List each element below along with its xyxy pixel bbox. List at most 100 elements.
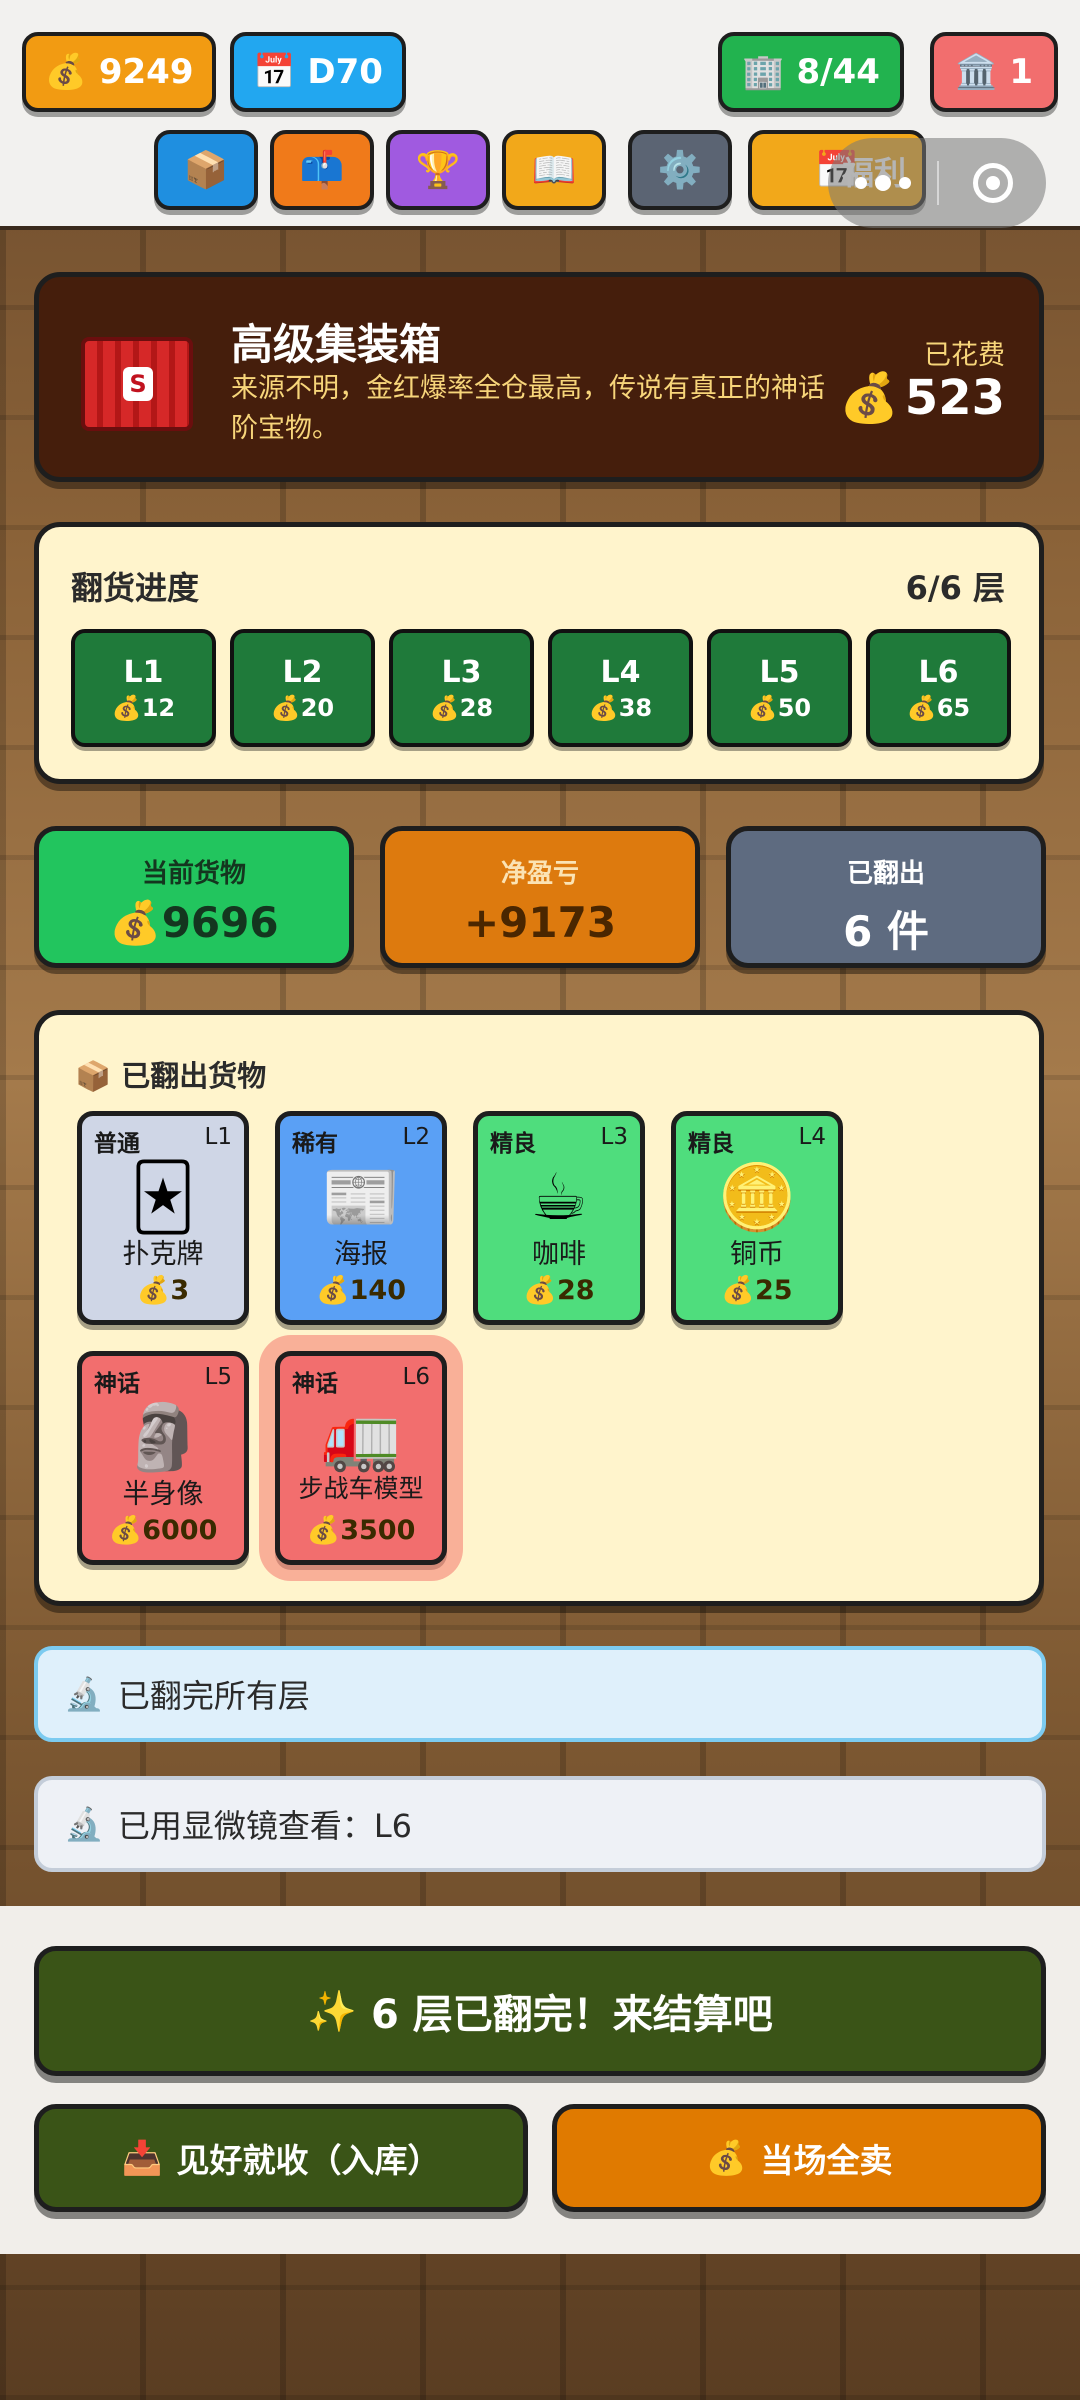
item-card[interactable]: 精良 L4 🪙 铜币 💰25 (671, 1111, 843, 1325)
store-button-label: 见好就收（入库） (176, 2141, 441, 2180)
item-price: 💰140 (316, 1275, 406, 1306)
layer-name: L3 (441, 654, 482, 690)
layer-name: L1 (123, 654, 164, 690)
settle-button-label: 6 层已翻完！来结算吧 (371, 1992, 773, 2038)
layer-name: L6 (918, 654, 959, 690)
flipped-count-value: 6 件 (843, 907, 929, 956)
layer-name: L4 (600, 654, 641, 690)
item-price: 💰3 (136, 1275, 190, 1306)
layer-l4[interactable]: L4 💰38 (548, 629, 693, 747)
container-crate-icon (81, 337, 193, 431)
truck-icon: 🚛 (321, 1401, 401, 1475)
flipped-items-panel: 📦 已翻出货物 普通 L1 🃏 扑克牌 💰3 稀有 L2 📰 海报 💰140 精良 L3 ☕ 咖啡 💰28 精… (34, 1010, 1044, 1606)
item-rarity: 神话 (292, 1371, 338, 1397)
settle-button[interactable]: ✨ 6 层已翻完！来结算吧 (34, 1946, 1046, 2076)
sell-all-button[interactable]: 💰 当场全卖 (552, 2104, 1046, 2212)
more-icon[interactable] (828, 175, 937, 191)
money-bag-icon: 💰 (306, 1515, 341, 1546)
money-bag-icon: 💰 (270, 693, 301, 722)
current-goods-value: 💰9696 (109, 898, 279, 947)
coins-value: 9249 (98, 52, 194, 92)
all-layers-done-text: 已翻完所有层 (117, 1677, 310, 1715)
layer-name: L2 (282, 654, 323, 690)
package-button[interactable]: 📦 (154, 130, 258, 210)
flipped-count-stat: 已翻出 6 件 (726, 826, 1046, 968)
layer-cost: 💰65 (906, 693, 971, 722)
item-level: L3 (600, 1124, 628, 1150)
book-button[interactable]: 📖 (502, 130, 606, 210)
close-target-icon[interactable] (939, 163, 1046, 203)
spent-amount: 523 (904, 369, 1005, 426)
bank-icon: 🏛️ (954, 52, 998, 92)
item-level: L5 (204, 1364, 232, 1390)
money-bag-icon: 💰 (721, 1275, 756, 1306)
buildings-value: 8/44 (796, 52, 880, 92)
item-card[interactable]: 精良 L3 ☕ 咖啡 💰28 (473, 1111, 645, 1325)
calendar-icon: 📅 (253, 52, 296, 92)
money-bag-icon: 💰 (523, 1275, 558, 1306)
layer-cost: 💰12 (111, 693, 176, 722)
money-bag-icon: 💰 (588, 693, 619, 722)
item-name: 铜币 (730, 1239, 784, 1270)
layer-cost: 💰50 (747, 693, 812, 722)
spent-value: 💰 523 (839, 369, 1005, 427)
money-bag-icon: 💰 (136, 1275, 171, 1306)
current-goods-stat: 当前货物 💰9696 (34, 826, 354, 968)
money-bag-icon: 💰 (111, 693, 142, 722)
item-rarity: 稀有 (292, 1131, 338, 1157)
money-bag-icon: 💰 (44, 52, 87, 92)
progress-panel: 翻货进度 6/6 层 L1 💰12 L2 💰20 L3 💰28 L4 💰38 L5 💰50 L6 💰6… (34, 522, 1044, 784)
building-icon: 🏢 (742, 52, 785, 92)
moai-icon: 🗿 (123, 1401, 203, 1475)
bank-value: 1 (1009, 52, 1033, 92)
flipped-count-label: 已翻出 (846, 859, 925, 889)
inbox-tray-icon: 📥 (121, 2138, 163, 2177)
day-counter[interactable]: 📅 D70 (230, 32, 406, 112)
microscope-notice: 🔬 已用显微镜查看：L6 (34, 1776, 1046, 1872)
all-layers-done-notice: 🔬 已翻完所有层 (34, 1646, 1046, 1742)
layer-cost: 💰20 (270, 693, 335, 722)
mailbox-button[interactable]: 📫 (270, 130, 374, 210)
gear-icon: ⚙️ (657, 150, 703, 191)
layer-l1[interactable]: L1 💰12 (71, 629, 216, 747)
item-level: L2 (402, 1124, 430, 1150)
trophy-button[interactable]: 🏆 (386, 130, 490, 210)
bank-counter[interactable]: 🏛️ 1 (930, 32, 1058, 112)
mini-program-capsule[interactable] (828, 138, 1046, 228)
layer-cost: 💰28 (429, 693, 494, 722)
layer-list: L1 💰12 L2 💰20 L3 💰28 L4 💰38 L5 💰50 L6 💰65 (71, 629, 1011, 747)
coin-icon: 🪙 (717, 1161, 797, 1235)
flipped-items-title: 📦 已翻出货物 (75, 1053, 266, 1095)
microscope-text: 已用显微镜查看：L6 (117, 1807, 413, 1845)
current-goods-label: 当前货物 (141, 859, 246, 889)
item-level: L1 (204, 1124, 232, 1150)
gear-button[interactable]: ⚙️ (628, 130, 732, 210)
item-rarity: 精良 (490, 1131, 536, 1157)
crate-info-panel: 高级集装箱 来源不明，金红爆率全仓最高，传说有真正的神话阶宝物。 已花费 💰 5… (34, 272, 1044, 482)
day-value: D70 (307, 52, 383, 92)
net-profit-value: +9173 (463, 898, 617, 947)
item-card[interactable]: 普通 L1 🃏 扑克牌 💰3 (77, 1111, 249, 1325)
item-name: 步战车模型 (298, 1474, 424, 1503)
coins-counter[interactable]: 💰 9249 (22, 32, 216, 112)
item-card[interactable]: 神话 L5 🗿 半身像 💰6000 (77, 1351, 249, 1565)
layer-l5[interactable]: L5 💰50 (707, 629, 852, 747)
money-bag-icon: 💰 (429, 693, 460, 722)
item-card[interactable]: 稀有 L2 📰 海报 💰140 (275, 1111, 447, 1325)
item-card[interactable]: 神话 L6 🚛 步战车模型 💰3500 (275, 1351, 447, 1565)
action-area: ✨ 6 层已翻完！来结算吧 📥 见好就收（入库） 💰 当场全卖 (0, 1906, 1080, 2254)
item-rarity: 普通 (94, 1131, 140, 1157)
item-level: L6 (402, 1364, 430, 1390)
layer-l6[interactable]: L6 💰65 (866, 629, 1011, 747)
store-button[interactable]: 📥 见好就收（入库） (34, 2104, 528, 2212)
layer-l2[interactable]: L2 💰20 (230, 629, 375, 747)
package-icon: 📦 (183, 150, 229, 191)
sparkles-icon: ✨ (307, 1988, 358, 2035)
item-price: 💰6000 (108, 1515, 218, 1546)
money-bag-icon: 💰 (316, 1275, 350, 1306)
net-profit-stat: 净盈亏 +9173 (380, 826, 700, 968)
item-rarity: 精良 (688, 1131, 734, 1157)
buildings-counter[interactable]: 🏢 8/44 (718, 32, 904, 112)
layer-l3[interactable]: L3 💰28 (389, 629, 534, 747)
money-bag-icon: 💰 (839, 370, 899, 426)
